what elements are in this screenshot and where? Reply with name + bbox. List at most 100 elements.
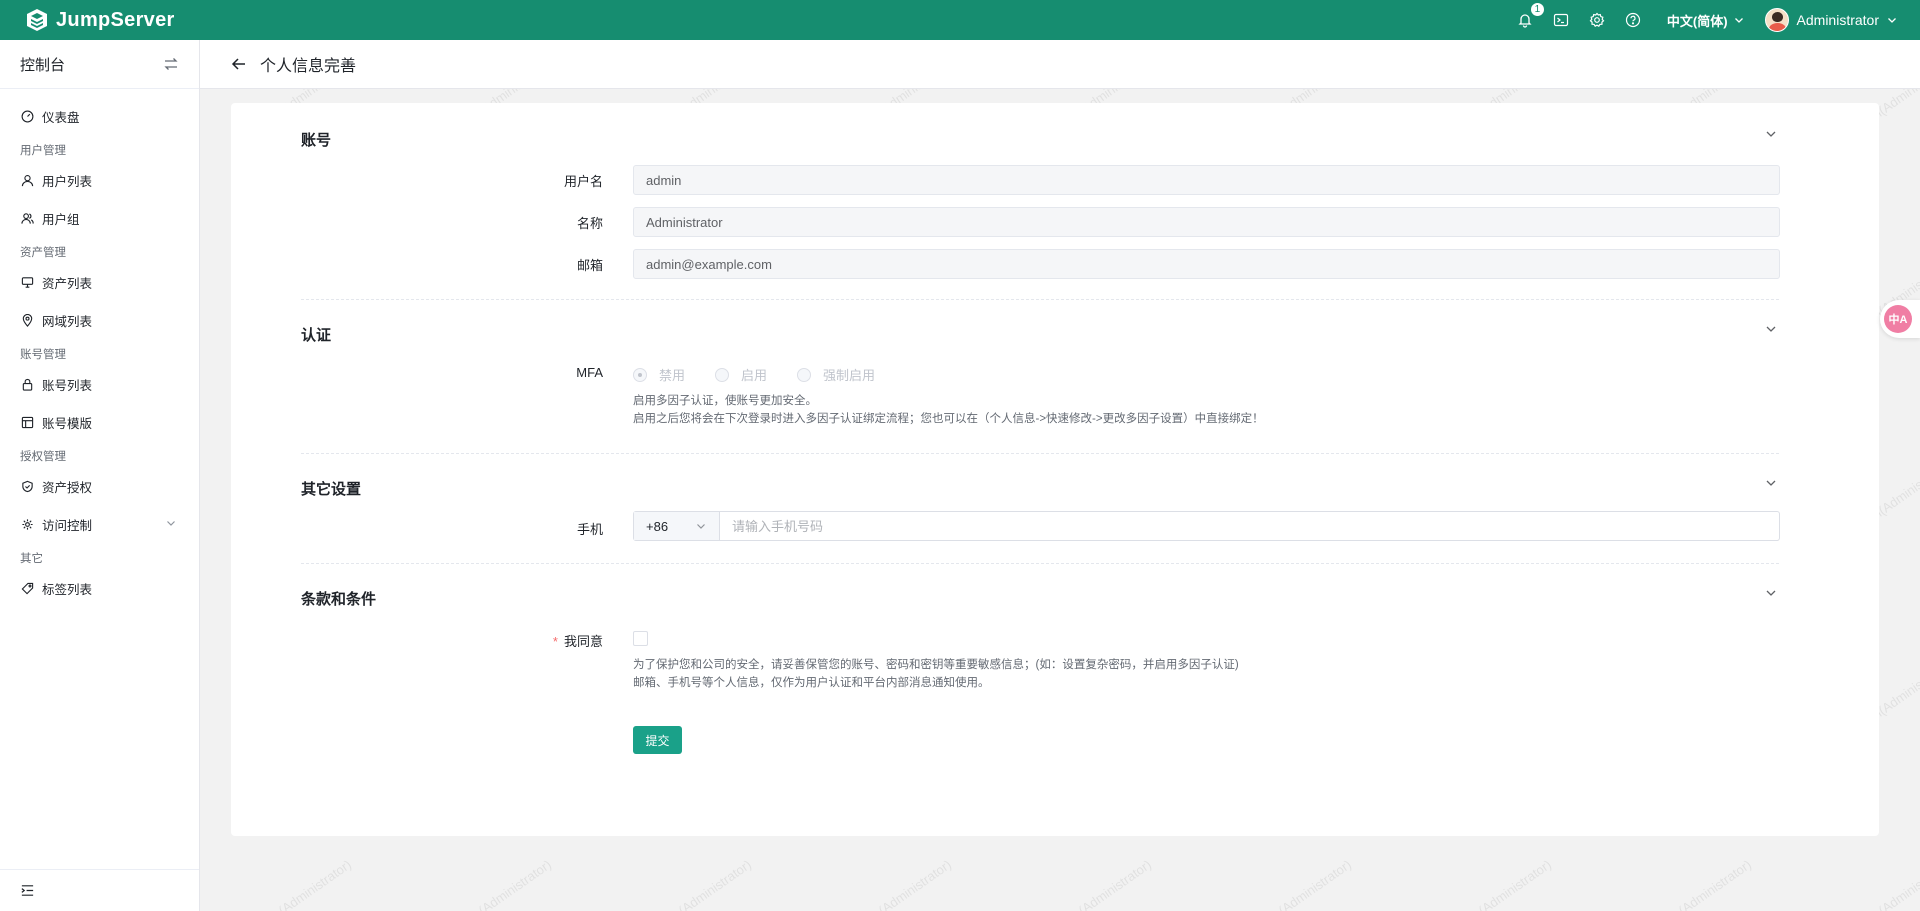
sidebar-item-label: 账号模版 bbox=[42, 416, 93, 431]
sidebar-item-label: 网域列表 bbox=[42, 314, 93, 329]
access-control-icon bbox=[20, 517, 34, 531]
sidebar-item-label: 资产授权 bbox=[42, 480, 93, 495]
country-code-value: +86 bbox=[646, 518, 669, 534]
sidebar-item-label: 用户列表 bbox=[42, 174, 93, 189]
mfa-label: MFA bbox=[576, 365, 603, 380]
sidebar-item-asset-list[interactable]: 资产列表 bbox=[0, 263, 199, 301]
shield-icon bbox=[20, 479, 34, 493]
sidebar-item-label: 仪表盘 bbox=[42, 110, 80, 125]
sidebar-item-label-list[interactable]: 标签列表 bbox=[0, 569, 199, 607]
sidebar-item-domain-list[interactable]: 网域列表 bbox=[0, 301, 199, 339]
watermark-text: admin(Administrator) bbox=[1046, 856, 1155, 911]
sidebar-item-label: 账号列表 bbox=[42, 378, 93, 393]
mfa-help-line-1: 启用多因子认证，使账号更加安全。 bbox=[633, 395, 817, 407]
app-name: JumpServer bbox=[56, 8, 175, 31]
lock-icon bbox=[20, 377, 34, 391]
watermark-text: admin(Administrator) bbox=[1846, 856, 1920, 911]
logo[interactable]: JumpServer bbox=[24, 7, 175, 33]
sidebar-group-other: 其它 bbox=[20, 553, 43, 565]
mfa-option-forced[interactable]: 强制启用 bbox=[797, 365, 875, 384]
phone-number-input[interactable] bbox=[720, 512, 1779, 540]
required-asterisk: * bbox=[552, 634, 558, 649]
radio-circle bbox=[715, 367, 730, 382]
terms-help-line-1: 为了保护您和公司的安全，请妥善保管您的账号、密码和密钥等重要敏感信息；(如：设置… bbox=[633, 659, 1239, 671]
phone-input-group: +86 bbox=[633, 511, 1780, 541]
watermark-text: admin(Administrator) bbox=[246, 856, 355, 911]
section-title-other: 其它设置 bbox=[301, 481, 362, 498]
sidebar-item-account-template[interactable]: 账号模版 bbox=[0, 403, 199, 441]
dashboard-icon bbox=[20, 109, 34, 123]
chevron-down-icon bbox=[1734, 18, 1743, 23]
radio-circle bbox=[797, 367, 812, 382]
chevron-down-icon[interactable] bbox=[1764, 322, 1778, 336]
name-field[interactable]: Administrator bbox=[633, 207, 1780, 237]
language-label: 中文(简体) bbox=[1666, 13, 1728, 29]
chevron-down-icon[interactable] bbox=[1764, 127, 1778, 141]
mfa-help-line-2: 启用之后您将会在下次登录时进入多因子认证绑定流程；您也可以在（个人信息->快速修… bbox=[633, 413, 1264, 425]
back-arrow-icon[interactable] bbox=[230, 55, 248, 73]
watermark-text: admin(Administrator) bbox=[846, 856, 955, 911]
user-group-icon bbox=[20, 211, 34, 225]
terms-help-line-2: 邮箱、手机号等个人信息，仅作为用户认证和平台内部消息通知使用。 bbox=[633, 677, 990, 689]
submit-button[interactable]: 提交 bbox=[633, 726, 682, 754]
chevron-down-icon bbox=[167, 521, 175, 526]
sidebar-group-user-mgmt: 用户管理 bbox=[20, 145, 66, 157]
sidebar-item-asset-perm[interactable]: 资产授权 bbox=[0, 467, 199, 505]
sidebar-group-perm-mgmt: 授权管理 bbox=[20, 451, 66, 463]
mfa-option-enabled[interactable]: 启用 bbox=[715, 365, 767, 384]
section-divider bbox=[301, 299, 1779, 300]
mfa-help-text: 启用多因子认证，使账号更加安全。 启用之后您将会在下次登录时进入多因子认证绑定流… bbox=[633, 392, 1264, 428]
notification-badge: 1 bbox=[1529, 2, 1545, 17]
section-divider bbox=[301, 563, 1779, 564]
chevron-down-icon[interactable] bbox=[1764, 586, 1778, 600]
sidebar-item-access-control[interactable]: 访问控制 bbox=[0, 505, 199, 543]
translate-widget[interactable]: 中A bbox=[1880, 300, 1920, 338]
sidebar-item-label: 用户组 bbox=[42, 212, 80, 227]
collapse-sidebar-button[interactable] bbox=[0, 869, 199, 911]
section-title-account: 账号 bbox=[301, 132, 332, 149]
user-icon bbox=[20, 173, 34, 187]
language-selector[interactable]: 中文(简体) bbox=[1667, 11, 1745, 30]
sidebar-group-account-mgmt: 账号管理 bbox=[20, 349, 66, 361]
switch-view-icon[interactable] bbox=[163, 56, 179, 72]
watermark-text: admin(Administrator) bbox=[446, 856, 555, 911]
section-title-terms: 条款和条件 bbox=[301, 591, 377, 608]
section-divider bbox=[301, 453, 1779, 454]
radio-circle bbox=[633, 367, 647, 382]
jumpserver-logo-icon bbox=[24, 7, 50, 33]
sidebar-item-account-list[interactable]: 账号列表 bbox=[0, 365, 199, 403]
sidebar: 控制台 仪表盘 用户管理 用户列表 用户组 资产管理 资产列表 网域列表 账号管… bbox=[0, 40, 200, 911]
agree-checkbox[interactable] bbox=[633, 631, 648, 646]
notification-bell-icon[interactable]: 1 bbox=[1515, 2, 1545, 30]
watermark-text: admin(Administrator) bbox=[1246, 856, 1355, 911]
sidebar-item-user-list[interactable]: 用户列表 bbox=[0, 161, 199, 199]
mfa-radio-group: 禁用 启用 强制启用 bbox=[633, 365, 905, 384]
agree-label: * 我同意 bbox=[552, 634, 603, 649]
web-terminal-icon[interactable] bbox=[1551, 10, 1571, 30]
email-field[interactable]: admin@example.com bbox=[633, 249, 1780, 279]
sidebar-item-label: 访问控制 bbox=[42, 518, 93, 533]
sidebar-header: 控制台 bbox=[0, 40, 199, 89]
page-header: 个人信息完善 bbox=[200, 40, 1920, 89]
settings-gear-icon[interactable] bbox=[1587, 10, 1607, 30]
sidebar-item-dashboard[interactable]: 仪表盘 bbox=[0, 97, 199, 135]
radio-label: 启用 bbox=[741, 368, 768, 383]
phone-label: 手机 bbox=[576, 522, 603, 537]
radio-label: 禁用 bbox=[659, 368, 686, 383]
user-name: Administrator bbox=[1796, 12, 1879, 28]
sidebar-group-asset-mgmt: 资产管理 bbox=[20, 247, 66, 259]
sidebar-item-user-group[interactable]: 用户组 bbox=[0, 199, 199, 237]
terms-help-text: 为了保护您和公司的安全，请妥善保管您的账号、密码和密钥等重要敏感信息；(如：设置… bbox=[633, 656, 1239, 692]
location-pin-icon bbox=[20, 313, 34, 327]
mfa-option-disabled[interactable]: 禁用 bbox=[633, 365, 685, 384]
help-question-icon[interactable] bbox=[1623, 10, 1643, 30]
chevron-down-icon bbox=[1888, 18, 1896, 23]
tag-icon bbox=[20, 581, 34, 595]
username-field[interactable]: admin bbox=[633, 165, 1780, 195]
country-code-select[interactable]: +86 bbox=[634, 512, 720, 540]
sidebar-title: 控制台 bbox=[20, 56, 66, 74]
chevron-down-icon[interactable] bbox=[1764, 476, 1778, 490]
user-menu[interactable]: Administrator bbox=[1764, 8, 1898, 32]
email-label: 邮箱 bbox=[576, 258, 603, 273]
server-icon bbox=[20, 275, 34, 289]
